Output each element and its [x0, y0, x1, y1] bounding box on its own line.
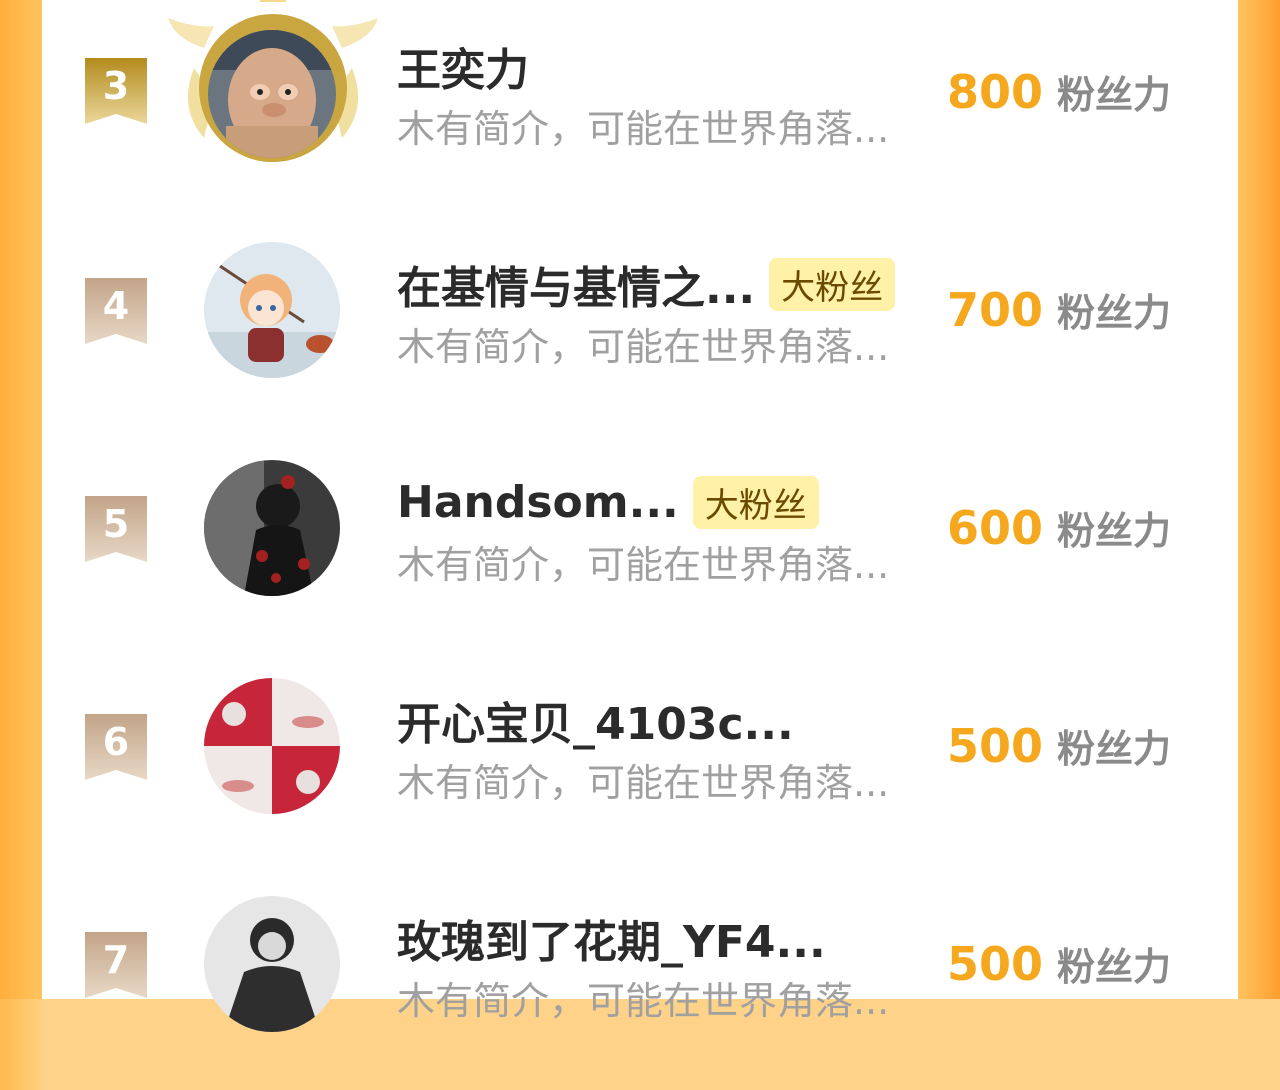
avatar-ink-portrait-icon	[204, 896, 340, 1032]
table-row[interactable]: 3 王奕力 木有简介，可能在世界角落... 800 粉丝力	[42, 0, 1238, 218]
user-name[interactable]: Handsom...	[397, 477, 679, 528]
rank-number: 6	[102, 720, 130, 764]
table-row[interactable]: 5 Handsom... 大粉丝 木有简介，可能在世界角落... 600 粉丝力	[42, 436, 1238, 654]
rank-number: 7	[102, 938, 130, 982]
score: 500 粉丝力	[947, 936, 1171, 991]
avatar-plush-costume-icon	[204, 26, 340, 162]
score: 500 粉丝力	[947, 718, 1171, 773]
avatar[interactable]	[204, 896, 342, 1034]
table-row[interactable]: 7 玫瑰到了花期_YF4... 木有简介，可能在世界角落... 500 粉丝力	[42, 872, 1238, 1090]
score-value: 500	[947, 719, 1044, 773]
score-value: 700	[947, 283, 1044, 337]
avatar[interactable]	[204, 460, 342, 598]
score-unit: 粉丝力	[1057, 291, 1172, 335]
table-row[interactable]: 4 在基情与基情之... 大粉丝 木有简介，可能在世界角落... 700 粉丝力	[42, 218, 1238, 436]
score-unit: 粉丝力	[1057, 73, 1172, 117]
user-name-line: Handsom... 大粉丝	[397, 474, 819, 530]
leaderboard-panel: 3 王奕力 木有简介，可能在世界角落... 800 粉丝力 4 在基情与基情之.…	[42, 0, 1238, 1032]
rank-ribbon-icon: 5	[85, 496, 147, 562]
fan-badge: 大粉丝	[769, 257, 896, 311]
user-name[interactable]: 王奕力	[397, 34, 529, 98]
user-description: 木有简介，可能在世界角落...	[397, 979, 890, 1023]
table-row[interactable]: 6 开心宝贝_4103c... 木有简介，可能在世界角落... 500 粉丝力	[42, 654, 1238, 872]
score-unit: 粉丝力	[1057, 509, 1172, 553]
rank-ribbon-icon: 3	[85, 58, 147, 124]
user-name-line: 开心宝贝_4103c...	[397, 692, 794, 750]
user-name[interactable]: 开心宝贝_4103c...	[397, 688, 794, 752]
fan-badge: 大粉丝	[692, 475, 819, 529]
rank-ribbon-icon: 4	[85, 278, 147, 344]
score: 700 粉丝力	[947, 282, 1171, 337]
avatar-dark-character-icon	[204, 460, 340, 596]
score: 600 粉丝力	[947, 500, 1171, 555]
score: 800 粉丝力	[947, 64, 1171, 119]
left-gradient-border	[0, 0, 42, 999]
user-description: 木有简介，可能在世界角落...	[397, 761, 890, 805]
right-gradient-border	[1238, 0, 1280, 999]
user-name[interactable]: 玫瑰到了花期_YF4...	[397, 906, 826, 970]
score-value: 500	[947, 937, 1044, 991]
score-value: 800	[947, 65, 1044, 119]
score-value: 600	[947, 501, 1044, 555]
avatar[interactable]	[168, 0, 378, 164]
user-description: 木有简介，可能在世界角落...	[397, 107, 890, 151]
user-name-line: 玫瑰到了花期_YF4...	[397, 910, 826, 968]
avatar[interactable]	[204, 242, 342, 380]
user-name[interactable]: 在基情与基情之...	[397, 252, 755, 316]
user-name-line: 王奕力	[397, 38, 529, 96]
rank-ribbon-icon: 6	[85, 714, 147, 780]
avatar-anime-fishing-icon	[204, 242, 340, 378]
rank-number: 4	[102, 284, 130, 328]
rank-number: 3	[102, 64, 130, 108]
score-unit: 粉丝力	[1057, 727, 1172, 771]
user-description: 木有简介，可能在世界角落...	[397, 543, 890, 587]
rank-ribbon-icon: 7	[85, 932, 147, 998]
rank-number: 5	[102, 502, 130, 546]
score-unit: 粉丝力	[1057, 945, 1172, 989]
user-description: 木有简介，可能在世界角落...	[397, 325, 890, 369]
avatar[interactable]	[204, 678, 342, 816]
avatar-collage-lips-icon	[204, 678, 340, 814]
user-name-line: 在基情与基情之... 大粉丝	[397, 256, 896, 314]
